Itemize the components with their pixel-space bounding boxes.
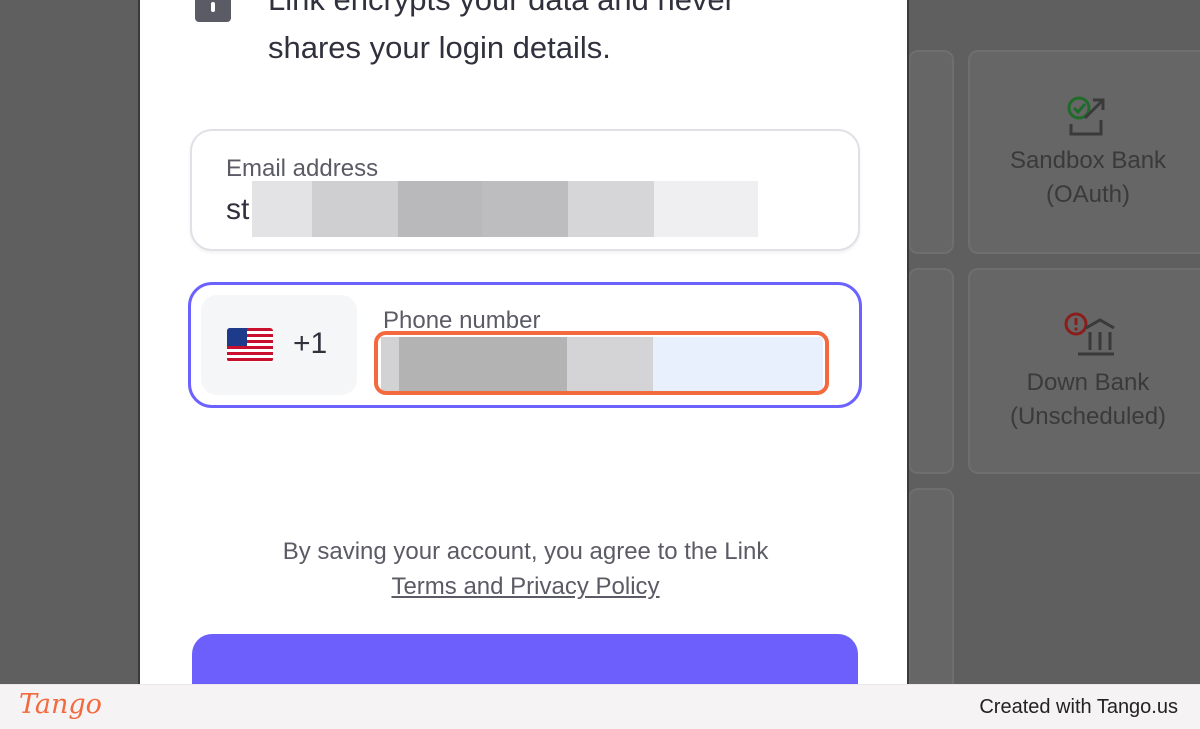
email-label: Email address <box>226 155 379 182</box>
created-with-tango: Created with Tango.us <box>979 696 1178 718</box>
tango-highlight-box <box>374 331 829 395</box>
screen: Sandbox Bank (OAuth) Down Bank (Unschedu… <box>0 0 1200 684</box>
bank-tile-down-bank[interactable]: Down Bank (Unscheduled) <box>968 268 1200 474</box>
bank-tile-sandbox-oauth[interactable]: Sandbox Bank (OAuth) <box>968 50 1200 254</box>
agreement-text: By saving your account, you agree to the… <box>140 534 907 604</box>
email-field[interactable]: Email address st <box>190 129 860 251</box>
encryption-notice: Link encrypts your data and never shares… <box>268 0 735 65</box>
alert-bank-icon <box>1064 312 1115 356</box>
tile-label-line2: (OAuth) <box>1045 181 1131 208</box>
tile-label-line1: Down Bank <box>1026 369 1150 396</box>
tile-label-line1: Sandbox Bank <box>1009 147 1167 174</box>
country-selector[interactable]: +1 <box>201 295 357 395</box>
tile-label-line2: (Unscheduled) <box>1009 403 1167 430</box>
terms-privacy-link[interactable]: Terms and Privacy Policy <box>391 573 659 600</box>
tango-logo: Tango <box>19 689 102 720</box>
email-redacted-block <box>252 181 758 237</box>
lock-icon <box>195 0 231 22</box>
bank-tile-partial-bottom <box>908 488 954 684</box>
bank-tile-partial-top <box>908 50 954 254</box>
tango-footer: Tango Created with Tango.us <box>0 684 1200 729</box>
email-value[interactable]: st <box>226 193 249 227</box>
link-save-account-modal: Link encrypts your data and never shares… <box>138 0 909 684</box>
agreement-sentence: By saving your account, you agree to the… <box>282 538 769 565</box>
country-code: +1 <box>293 327 328 360</box>
phone-field[interactable]: +1 Phone number <box>188 282 862 408</box>
check-external-link-icon <box>1067 96 1105 136</box>
save-button[interactable] <box>192 634 858 684</box>
bank-tile-partial-middle <box>908 268 954 474</box>
us-flag-icon <box>227 328 273 362</box>
